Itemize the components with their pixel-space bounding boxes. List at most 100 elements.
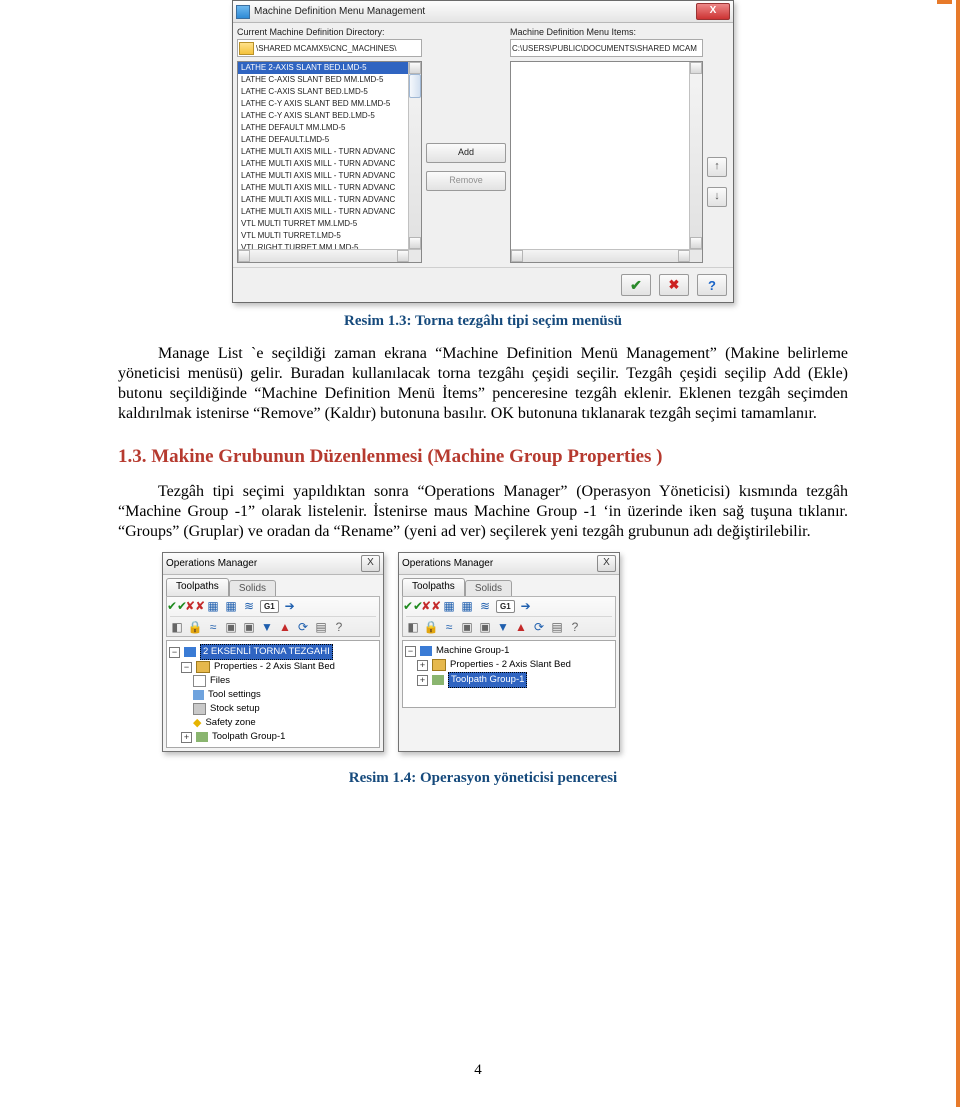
list-item[interactable]: LATHE C-AXIS SLANT BED MM.LMD-5 [238,74,421,86]
ghost-icon[interactable]: ◧ [170,620,184,634]
help-icon[interactable]: ? [568,620,582,634]
list-item[interactable]: LATHE MULTI AXIS MILL - TURN ADVANC [238,158,421,170]
refresh-icon[interactable]: ⟳ [296,620,310,634]
select-all-icon[interactable]: ✔✔ [170,599,184,613]
collapse-icon[interactable]: − [169,647,180,658]
list-item[interactable]: LATHE DEFAULT MM.LMD-5 [238,122,421,134]
tool-icon[interactable]: ▣ [224,620,238,634]
ops-tree-right[interactable]: − Machine Group-1 + Properties - 2 Axis Sl… [402,640,616,708]
group-icon [184,647,196,657]
collapse-icon[interactable]: − [405,646,416,657]
move-down-button[interactable]: ↓ [707,187,727,207]
tree-toolpath-group[interactable]: Toolpath Group-1 [212,730,285,744]
tree-files[interactable]: Files [210,674,230,688]
machine-definition-list[interactable]: LATHE 2-AXIS SLANT BED.LMD-5 LATHE C-AXI… [237,61,422,263]
arrow-right-icon[interactable]: ➔ [519,599,533,613]
expand-icon[interactable]: + [181,732,192,743]
tree-stock[interactable]: Stock setup [210,702,260,716]
list-item[interactable]: LATHE MULTI AXIS MILL - TURN ADVANC [238,146,421,158]
regen-icon[interactable]: ▦ [206,599,220,613]
expand-icon[interactable]: + [417,660,428,671]
tree-root[interactable]: Machine Group-1 [436,644,509,658]
tab-toolpaths[interactable]: Toolpaths [166,578,229,596]
tool2-icon[interactable]: ▣ [242,620,256,634]
paragraph-2: Tezgâh tipi seçimi yapıldıktan sonra “Op… [118,482,848,542]
close-button[interactable]: X [696,3,730,20]
misc-icon[interactable]: ▤ [550,620,564,634]
remove-button[interactable]: Remove [426,171,506,191]
expand-icon[interactable]: + [417,675,428,686]
ops-close-button[interactable]: X [597,555,616,572]
ops-toolbar: ✔✔ ✘✘ ▦ ▦ ≋ G1 ➔ ◧ 🔒 ≈ ▣ ▣ ▼ ▲ ⟳ [402,596,616,637]
move-up-button[interactable]: ↑ [707,157,727,177]
ops-close-button[interactable]: X [361,555,380,572]
select-all-icon[interactable]: ✔✔ [406,599,420,613]
page-number: 4 [0,1062,956,1079]
list-item[interactable]: LATHE MULTI AXIS MILL - TURN ADVANC [238,194,421,206]
deselect-icon[interactable]: ✘✘ [188,599,202,613]
list-item[interactable]: LATHE C-Y AXIS SLANT BED MM.LMD-5 [238,98,421,110]
wave-icon[interactable]: ≈ [206,620,220,634]
tree-safety[interactable]: Safety zone [205,716,255,730]
right-path-text: C:\USERS\PUBLIC\DOCUMENTS\SHARED MCAM [512,44,697,53]
ops-toolbar: ✔✔ ✘✘ ▦ ▦ ≋ G1 ➔ ◧ 🔒 ≈ ▣ ▣ ▼ ▲ ⟳ [166,596,380,637]
lock-icon[interactable]: 🔒 [424,620,438,634]
ghost-icon[interactable]: ◧ [406,620,420,634]
cancel-button[interactable]: ✖ [659,274,689,296]
deselect-icon[interactable]: ✘✘ [424,599,438,613]
regen-icon[interactable]: ▦ [442,599,456,613]
tree-properties[interactable]: Properties - 2 Axis Slant Bed [214,660,335,674]
scroll-thumb[interactable] [409,74,421,98]
list-item[interactable]: VTL MULTI TURRET.LMD-5 [238,230,421,242]
down-icon[interactable]: ▼ [260,620,274,634]
tab-solids[interactable]: Solids [229,580,276,596]
post-g1-badge[interactable]: G1 [260,600,279,613]
horizontal-scrollbar[interactable] [238,249,409,262]
up-icon[interactable]: ▲ [514,620,528,634]
refresh-icon[interactable]: ⟳ [532,620,546,634]
down-icon[interactable]: ▼ [496,620,510,634]
collapse-icon[interactable]: − [181,662,192,673]
verify-icon[interactable]: ≋ [478,599,492,613]
tool2-icon[interactable]: ▣ [478,620,492,634]
tree-tool-settings[interactable]: Tool settings [208,688,261,702]
vertical-scrollbar[interactable] [689,62,702,249]
menu-items-list[interactable] [510,61,703,263]
list-item[interactable]: VTL MULTI TURRET MM.LMD-5 [238,218,421,230]
list-item[interactable]: LATHE C-AXIS SLANT BED.LMD-5 [238,86,421,98]
help-icon[interactable]: ? [332,620,346,634]
ops-tree-left[interactable]: −2 EKSENLİ TORNA TEZGAHI −Properties - 2… [166,640,380,748]
operations-manager-right: Operations Manager X Toolpaths Solids ✔✔… [398,552,620,752]
tree-properties[interactable]: Properties - 2 Axis Slant Bed [450,658,571,672]
properties-icon [432,659,446,671]
lock-icon[interactable]: 🔒 [188,620,202,634]
vertical-scrollbar[interactable] [408,62,421,249]
horizontal-scrollbar[interactable] [511,249,690,262]
verify-icon[interactable]: ≋ [242,599,256,613]
list-item[interactable]: LATHE C-Y AXIS SLANT BED.LMD-5 [238,110,421,122]
post-g1-badge[interactable]: G1 [496,600,515,613]
tree-toolpath-group[interactable]: Toolpath Group-1 [448,672,527,688]
tool-icon[interactable]: ▣ [460,620,474,634]
add-button[interactable]: Add [426,143,506,163]
misc-icon[interactable]: ▤ [314,620,328,634]
help-button[interactable]: ? [697,274,727,296]
ok-button[interactable]: ✔ [621,274,651,296]
list-item[interactable]: LATHE 2-AXIS SLANT BED.LMD-5 [238,62,421,74]
ops-titlebar: Operations Manager X [163,553,383,575]
arrow-right-icon[interactable]: ➔ [283,599,297,613]
list-item[interactable]: LATHE DEFAULT.LMD-5 [238,134,421,146]
tab-solids[interactable]: Solids [465,580,512,596]
tree-root[interactable]: 2 EKSENLİ TORNA TEZGAHI [200,644,333,660]
right-column-label: Machine Definition Menu Items: [510,27,703,37]
backplot-icon[interactable]: ▦ [460,599,474,613]
list-item[interactable]: LATHE MULTI AXIS MILL - TURN ADVANC [238,182,421,194]
up-icon[interactable]: ▲ [278,620,292,634]
list-item[interactable]: LATHE MULTI AXIS MILL - TURN ADVANC [238,170,421,182]
wave-icon[interactable]: ≈ [442,620,456,634]
tab-toolpaths[interactable]: Toolpaths [402,578,465,596]
list-item[interactable]: LATHE MULTI AXIS MILL - TURN ADVANC [238,206,421,218]
scroll-corner [689,249,702,262]
left-path-box[interactable]: \SHARED MCAMX5\CNC_MACHINES\ [237,39,422,57]
backplot-icon[interactable]: ▦ [224,599,238,613]
